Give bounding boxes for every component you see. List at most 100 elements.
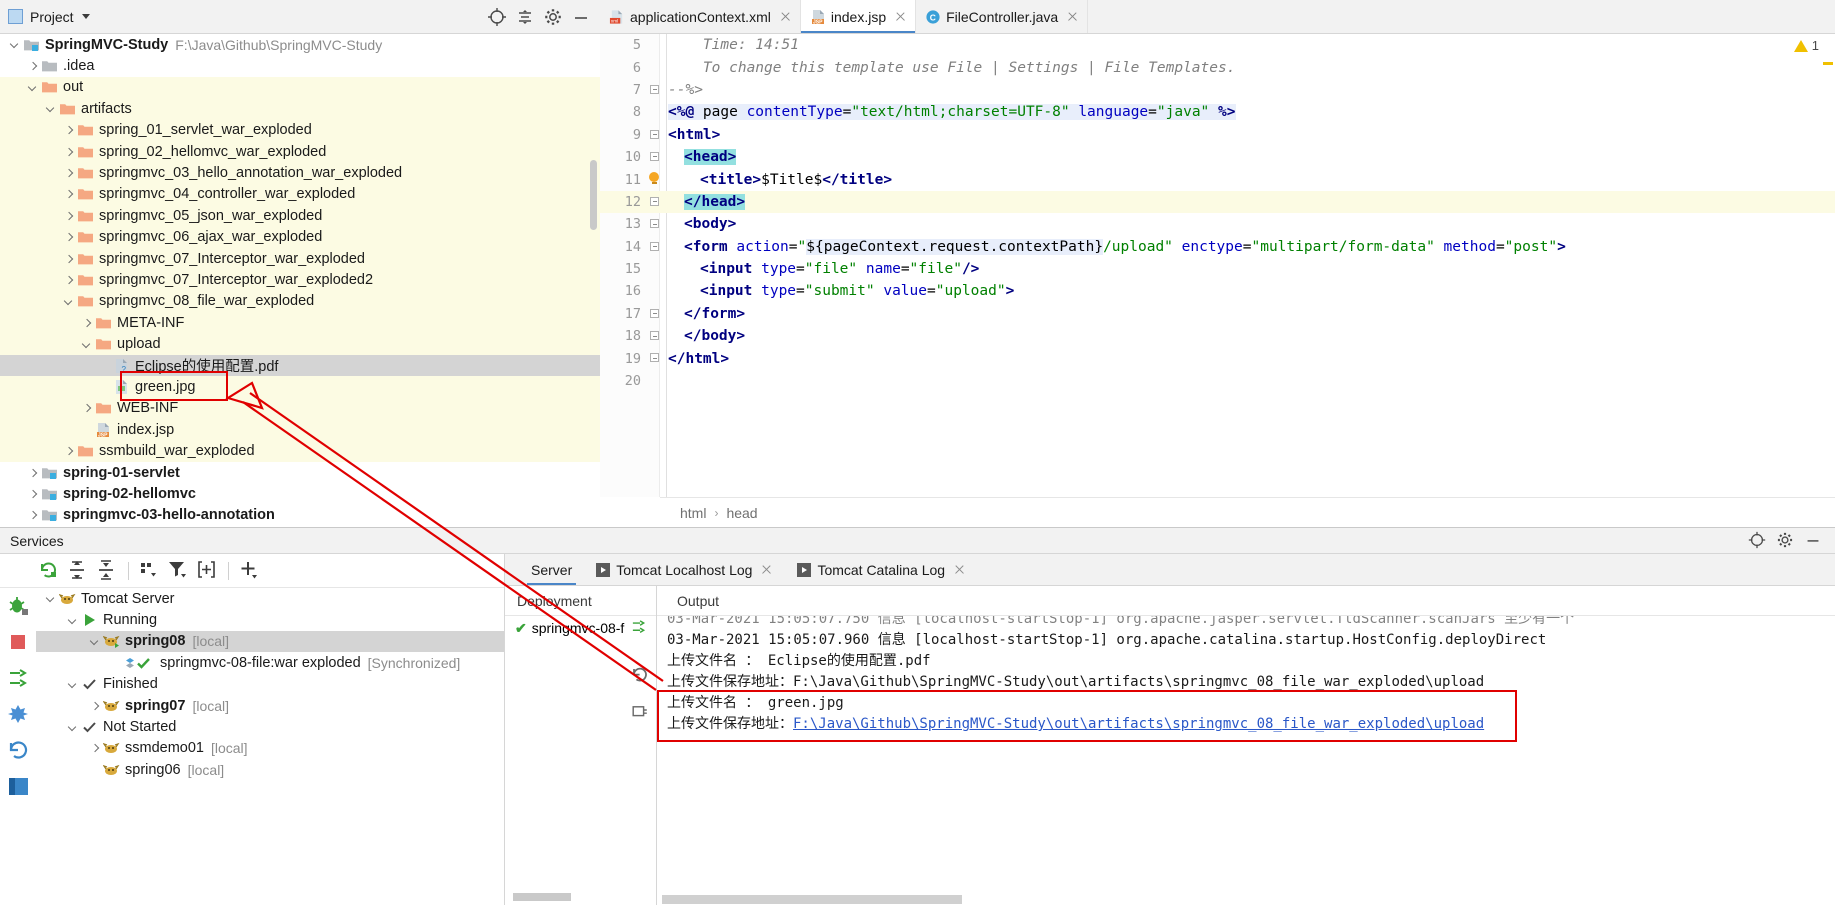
console-output-link[interactable]: F:\Java\Github\SpringMVC-Study\out\artif… xyxy=(793,716,1484,732)
code-line[interactable]: 9<html> xyxy=(600,124,1835,146)
chevron-down-icon[interactable] xyxy=(66,678,79,691)
code-line[interactable]: 17</form> xyxy=(600,303,1835,325)
code-line[interactable]: 8<%@ page contentType="text/html;charset… xyxy=(600,101,1835,123)
chevron-down-icon[interactable] xyxy=(44,102,57,115)
project-tree-row[interactable]: upload xyxy=(0,333,600,354)
code-line[interactable]: 12</head> xyxy=(600,191,1835,213)
console-side-toolbar[interactable] xyxy=(627,665,653,722)
settings-gear-icon[interactable] xyxy=(542,6,564,28)
chevron-down-icon[interactable] xyxy=(66,614,79,627)
services-tree-row[interactable]: spring06[local] xyxy=(36,759,504,780)
project-tree-row[interactable]: springmvc_07_Interceptor_war_exploded2 xyxy=(0,269,600,290)
add-frame-icon[interactable] xyxy=(194,557,221,584)
chevron-right-icon[interactable] xyxy=(26,509,39,522)
collapse-all-icon[interactable] xyxy=(94,557,121,584)
console-tab-bar[interactable]: ServerTomcat Localhost LogTomcat Catalin… xyxy=(505,554,1835,586)
fold-minus-icon[interactable] xyxy=(646,79,664,101)
code-line[interactable]: 16<input type="submit" value="upload"> xyxy=(600,280,1835,302)
editor-tab[interactable]: JSPindex.jsp xyxy=(801,0,916,33)
fold-minus-icon[interactable] xyxy=(646,213,664,235)
chevron-right-icon[interactable] xyxy=(62,209,75,222)
export-icon[interactable] xyxy=(630,702,650,722)
editor-tab[interactable]: xmlapplicationContext.xml xyxy=(600,0,801,33)
services-tree-row[interactable]: Running xyxy=(36,609,504,630)
project-tree-row[interactable]: green.jpg xyxy=(0,376,600,397)
console-horizontal-scrollbar[interactable] xyxy=(662,895,962,904)
code-line[interactable]: 19</html> xyxy=(600,347,1835,369)
close-icon[interactable] xyxy=(779,10,793,24)
project-tree-row[interactable]: spring_02_hellomvc_war_exploded xyxy=(0,141,600,162)
group-by-icon[interactable] xyxy=(136,557,163,584)
project-tree-row[interactable]: springmvc_03_hello_annotation_war_explod… xyxy=(0,162,600,183)
project-tree-row[interactable]: springmvc_07_Interceptor_war_exploded xyxy=(0,248,600,269)
chevron-right-icon[interactable] xyxy=(62,273,75,286)
services-tree-row[interactable]: spring07[local] xyxy=(36,695,504,716)
chevron-right-icon[interactable] xyxy=(80,402,93,415)
chevron-right-icon[interactable] xyxy=(26,466,39,479)
project-tree-row[interactable]: SpringMVC-StudyF:\Java\Github\SpringMVC-… xyxy=(0,34,600,55)
code-line[interactable]: 20 xyxy=(600,370,1835,392)
rerun-icon[interactable] xyxy=(36,557,63,584)
code-editor[interactable]: 5 Time: 14:516 To change this template u… xyxy=(600,34,1835,497)
project-tree-scrollbar[interactable] xyxy=(590,160,597,230)
close-icon[interactable] xyxy=(760,563,773,576)
minimize-icon[interactable] xyxy=(570,6,592,28)
add-icon[interactable] xyxy=(236,557,263,584)
chevron-right-icon[interactable] xyxy=(88,742,101,755)
settings-gear-icon[interactable] xyxy=(1775,530,1797,552)
chevron-down-icon[interactable] xyxy=(80,338,93,351)
console-tab[interactable]: Server xyxy=(519,554,584,585)
fold-minus-icon[interactable] xyxy=(646,191,664,213)
editor-tab[interactable]: CFileController.java xyxy=(916,0,1088,33)
chevron-right-icon[interactable] xyxy=(88,699,101,712)
filter-icon[interactable] xyxy=(165,557,192,584)
expand-all-icon[interactable] xyxy=(65,557,92,584)
debug-icon[interactable] xyxy=(6,594,31,619)
chevron-right-icon[interactable] xyxy=(62,167,75,180)
deploy-arrow-icon[interactable] xyxy=(630,618,648,639)
services-tree-row[interactable]: Not Started xyxy=(36,716,504,737)
fold-minus-icon[interactable] xyxy=(646,124,664,146)
project-tree-row[interactable]: springmvc_08_file_war_exploded xyxy=(0,291,600,312)
stop-icon[interactable] xyxy=(6,630,31,655)
chevron-right-icon[interactable] xyxy=(62,445,75,458)
inspection-warning-badge[interactable]: 1 xyxy=(1794,38,1819,53)
console-tab[interactable]: Tomcat Localhost Log xyxy=(584,554,785,585)
project-tree[interactable]: SpringMVC-StudyF:\Java\Github\SpringMVC-… xyxy=(0,34,600,523)
breadcrumb-item[interactable]: html xyxy=(680,505,706,521)
chevron-right-icon[interactable] xyxy=(62,188,75,201)
chevron-right-icon[interactable] xyxy=(62,145,75,158)
layout-icon[interactable] xyxy=(6,774,31,799)
edit-config-icon[interactable] xyxy=(6,702,31,727)
breadcrumb[interactable]: html›head xyxy=(660,497,1835,527)
chevron-right-icon[interactable] xyxy=(62,124,75,137)
close-icon[interactable] xyxy=(953,563,966,576)
services-side-toolbar[interactable] xyxy=(0,554,36,905)
chevron-down-icon[interactable] xyxy=(44,592,57,605)
gutter-marker[interactable] xyxy=(1823,62,1833,65)
project-tree-row[interactable]: .idea xyxy=(0,55,600,76)
project-tree-row[interactable]: spring-01-servlet xyxy=(0,462,600,483)
rerun-icon[interactable] xyxy=(630,665,650,685)
project-tree-row[interactable]: spring-02-hellomvc xyxy=(0,483,600,504)
services-tree-row[interactable]: Tomcat Server xyxy=(36,588,504,609)
project-tree-row[interactable]: artifacts xyxy=(0,98,600,119)
chevron-right-icon[interactable] xyxy=(62,252,75,265)
project-tree-row[interactable]: springmvc-03-hello-annotation xyxy=(0,505,600,523)
intention-bulb-icon[interactable] xyxy=(646,168,664,190)
code-line[interactable]: 6 To change this template use File | Set… xyxy=(600,56,1835,78)
code-line[interactable]: 11<title>$Title$</title> xyxy=(600,168,1835,190)
project-tree-row[interactable]: springmvc_04_controller_war_exploded xyxy=(0,184,600,205)
project-tree-row[interactable]: springmvc_05_json_war_exploded xyxy=(0,205,600,226)
locate-icon[interactable] xyxy=(1747,530,1769,552)
chevron-down-icon[interactable] xyxy=(66,721,79,734)
code-line[interactable]: 15<input type="file" name="file"/> xyxy=(600,258,1835,280)
project-tree-row[interactable]: WEB-INF xyxy=(0,398,600,419)
deployment-scrollbar[interactable] xyxy=(513,893,571,901)
collapse-all-icon[interactable] xyxy=(514,6,536,28)
restart-icon[interactable] xyxy=(6,738,31,763)
project-tree-row[interactable]: springmvc_06_ajax_war_exploded xyxy=(0,227,600,248)
breadcrumb-item[interactable]: head xyxy=(726,505,757,521)
services-toolbar[interactable] xyxy=(0,554,504,588)
chevron-right-icon[interactable] xyxy=(26,60,39,73)
